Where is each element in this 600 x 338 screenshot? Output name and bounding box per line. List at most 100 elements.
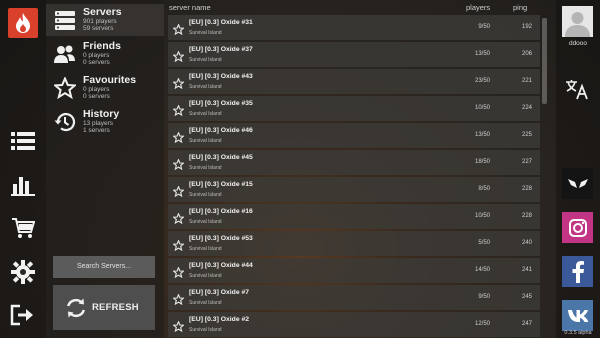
- favourite-star-icon[interactable]: [172, 265, 185, 279]
- favourite-star-icon[interactable]: [172, 319, 185, 333]
- server-players: 18/50: [474, 159, 490, 165]
- favourite-star-icon[interactable]: [172, 157, 185, 171]
- favourite-star-icon[interactable]: [172, 292, 185, 306]
- alien-game-icon[interactable]: [562, 168, 593, 199]
- server-row[interactable]: [EU] [0.3] Oxide #46 Survival Island 13/50…: [168, 123, 540, 148]
- server-ping: 240: [521, 240, 532, 246]
- nav-players-count: 0 players: [83, 86, 110, 93]
- nav-item-friends[interactable]: Friends 0 players 0 servers: [46, 38, 164, 70]
- server-ping: 224: [521, 105, 532, 111]
- favourite-star-icon[interactable]: [172, 130, 185, 144]
- server-row[interactable]: [EU] [0.3] Oxide #15 Survival Island 8/50 2…: [168, 177, 540, 202]
- server-ping: 245: [521, 294, 532, 300]
- language-translate-icon[interactable]: [565, 78, 589, 100]
- server-players: 9/50: [478, 294, 490, 300]
- server-ping: 225: [521, 132, 532, 138]
- server-row[interactable]: [EU] [0.3] Oxide #44 Survival Island 14/50…: [168, 258, 540, 283]
- server-row[interactable]: [EU] [0.3] Oxide #43 Survival Island 23/50…: [168, 69, 540, 94]
- nav-servers-count: 0 servers: [83, 93, 110, 100]
- friends-people-icon: [54, 43, 76, 65]
- server-players: 5/50: [478, 240, 490, 246]
- server-row[interactable]: [EU] [0.3] Oxide #16 Survival Island 10/50…: [168, 204, 540, 229]
- facebook-icon[interactable]: [562, 256, 593, 287]
- server-row[interactable]: [EU] [0.3] Oxide #53 Survival Island 5/50 2…: [168, 231, 540, 256]
- server-map: Survival Island: [189, 57, 222, 63]
- nav-item-favourites[interactable]: Favourites 0 players 0 servers: [46, 72, 164, 104]
- nav-item-history[interactable]: History 13 players 1 servers: [46, 106, 164, 138]
- server-name: [EU] [0.3] Oxide #15: [189, 181, 253, 188]
- server-map: Survival Island: [189, 273, 222, 279]
- refresh-button[interactable]: REFRESH: [53, 285, 155, 330]
- favourite-star-icon[interactable]: [172, 22, 185, 36]
- nav-title: Friends: [83, 40, 121, 52]
- nav-item-servers[interactable]: Servers 901 players 59 servers: [46, 4, 164, 36]
- server-list-header: server name players ping: [168, 0, 540, 14]
- server-row[interactable]: [EU] [0.3] Oxide #7 Survival Island 9/50 24…: [168, 285, 540, 310]
- server-row[interactable]: [EU] [0.3] Oxide #45 Survival Island 18/50…: [168, 150, 540, 175]
- server-map: Survival Island: [189, 111, 222, 117]
- app-version: 0.3.5 alpha: [564, 330, 592, 336]
- server-name: [EU] [0.3] Oxide #44: [189, 262, 253, 269]
- server-name: [EU] [0.3] Oxide #31: [189, 19, 253, 26]
- server-map: Survival Island: [189, 219, 222, 225]
- server-ping: 206: [521, 51, 532, 57]
- nav-players-count: 13 players: [83, 120, 113, 127]
- nav-title: Favourites: [83, 74, 137, 86]
- server-list-icon[interactable]: [10, 128, 36, 154]
- server-players: 14/50: [474, 267, 490, 273]
- server-ping: 241: [521, 267, 532, 273]
- search-servers-button[interactable]: Search Servers...: [53, 256, 155, 278]
- history-clock-icon: [54, 111, 76, 133]
- server-map: Survival Island: [189, 192, 222, 198]
- favourite-star-icon[interactable]: [172, 184, 185, 198]
- column-header-players[interactable]: players: [466, 3, 490, 12]
- server-row[interactable]: [EU] [0.3] Oxide #31 Survival Island 9/50 1…: [168, 15, 540, 40]
- vk-icon[interactable]: [562, 300, 593, 331]
- server-players: 23/50: [474, 78, 490, 84]
- stats-chart-icon[interactable]: [10, 172, 36, 198]
- nav-players-count: 0 players: [83, 52, 110, 59]
- settings-gear-icon[interactable]: [10, 259, 36, 285]
- server-players: 13/50: [474, 51, 490, 57]
- user-avatar[interactable]: [562, 6, 593, 37]
- server-name: [EU] [0.3] Oxide #37: [189, 46, 253, 53]
- refresh-label: REFRESH: [92, 302, 139, 313]
- server-map: Survival Island: [189, 84, 222, 90]
- username: ddooo: [568, 40, 588, 47]
- server-name: [EU] [0.3] Oxide #2: [189, 316, 250, 323]
- refresh-icon: [65, 297, 87, 319]
- server-map: Survival Island: [189, 300, 222, 306]
- server-name: [EU] [0.3] Oxide #35: [189, 100, 253, 107]
- server-row[interactable]: [EU] [0.3] Oxide #37 Survival Island 13/50…: [168, 42, 540, 67]
- server-name: [EU] [0.3] Oxide #43: [189, 73, 253, 80]
- server-row[interactable]: [EU] [0.3] Oxide #2 Survival Island 12/50 2…: [168, 312, 540, 337]
- favourite-star-icon[interactable]: [172, 49, 185, 63]
- nav-title: History: [83, 108, 120, 120]
- logout-exit-icon[interactable]: [10, 302, 36, 328]
- star-outline-icon: [52, 75, 78, 100]
- favourite-star-icon[interactable]: [172, 238, 185, 252]
- favourite-star-icon[interactable]: [172, 211, 185, 225]
- favourite-star-icon[interactable]: [172, 76, 185, 90]
- server-ping: 192: [521, 24, 532, 30]
- server-players: 9/50: [478, 24, 490, 30]
- favourite-star-icon[interactable]: [172, 103, 185, 117]
- server-list-scrollbar[interactable]: [542, 18, 547, 104]
- server-players: 10/50: [474, 213, 490, 219]
- server-ping: 227: [521, 159, 532, 165]
- server-name: [EU] [0.3] Oxide #53: [189, 235, 253, 242]
- column-header-name[interactable]: server name: [169, 3, 211, 12]
- column-header-ping[interactable]: ping: [513, 3, 527, 12]
- server-name: [EU] [0.3] Oxide #45: [189, 154, 253, 161]
- shop-cart-icon[interactable]: [10, 215, 36, 241]
- server-ping: 228: [521, 186, 532, 192]
- server-name: [EU] [0.3] Oxide #16: [189, 208, 253, 215]
- server-row[interactable]: [EU] [0.3] Oxide #35 Survival Island 10/50…: [168, 96, 540, 121]
- instagram-icon[interactable]: [562, 212, 593, 243]
- server-name: [EU] [0.3] Oxide #46: [189, 127, 253, 134]
- server-name: [EU] [0.3] Oxide #7: [189, 289, 250, 296]
- server-players: 12/50: [474, 321, 490, 327]
- nav-title: Servers: [83, 6, 122, 18]
- nav-servers-count: 0 servers: [83, 59, 110, 66]
- server-players: 8/50: [478, 186, 490, 192]
